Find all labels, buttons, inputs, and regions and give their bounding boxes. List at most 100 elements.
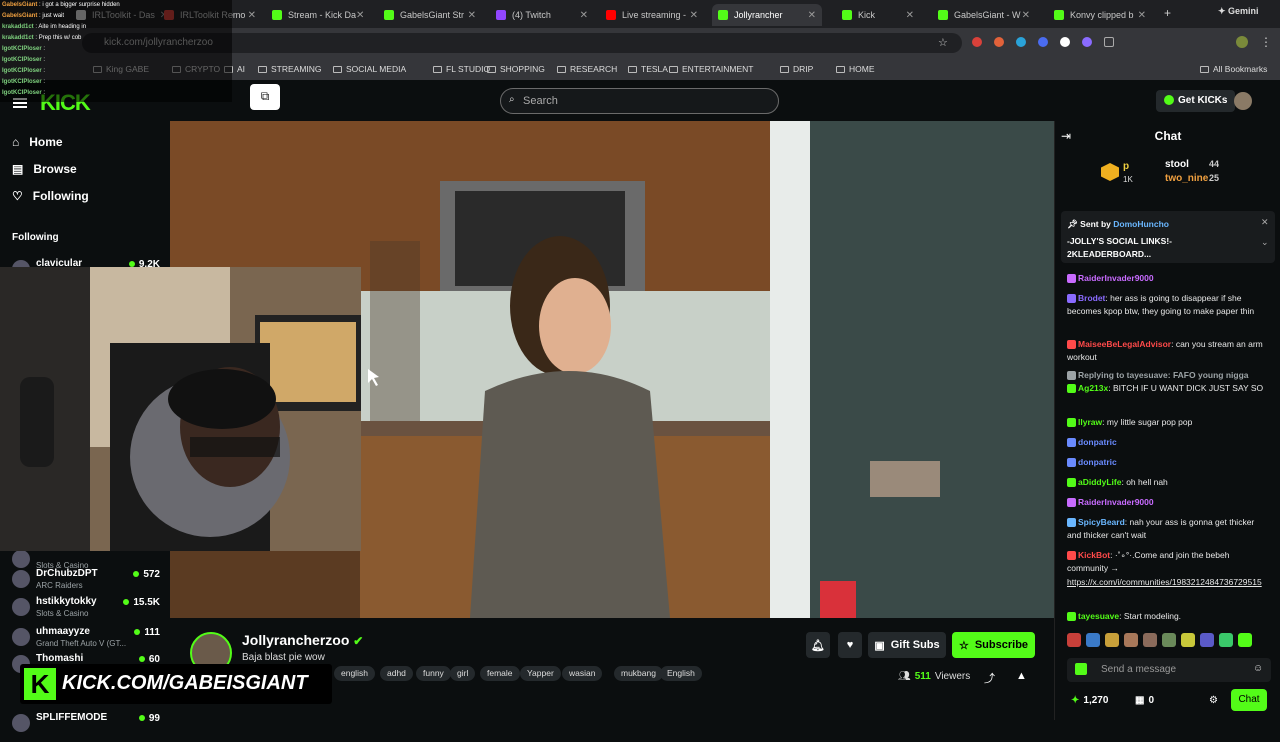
bookmark-folder[interactable]: RESEARCH: [557, 64, 617, 74]
following-channel[interactable]: uhmaayyze Grand Theft Auto V (GT... 111: [12, 626, 160, 656]
share-icon[interactable]: ⤴: [984, 670, 995, 686]
extension-icon[interactable]: [1082, 37, 1092, 47]
chat-username[interactable]: SpicyBeard: [1078, 517, 1125, 527]
extension-icon[interactable]: [972, 37, 982, 47]
extension-icon[interactable]: [994, 37, 1004, 47]
chat-message-input[interactable]: Send a message ☺: [1067, 658, 1271, 682]
user-avatar[interactable]: [1234, 92, 1252, 110]
chat-username[interactable]: KickBot: [1078, 550, 1110, 560]
browser-tab[interactable]: (4) Twitch ✕: [490, 4, 594, 26]
channel-points[interactable]: ✦ 1,270: [1071, 695, 1108, 706]
send-chat-button[interactable]: Chat: [1231, 689, 1267, 711]
bookmark-folder[interactable]: STREAMING: [258, 64, 322, 74]
emote-icon[interactable]: [1238, 633, 1252, 647]
get-kicks-button[interactable]: Get KICKs: [1156, 90, 1236, 112]
emote-icon[interactable]: [1162, 633, 1176, 647]
browser-tab[interactable]: Konvy clipped b ✕: [1048, 4, 1152, 26]
channel-name[interactable]: Jollyrancherzoo ✔: [242, 632, 363, 648]
bookmark-folder[interactable]: SHOPPING: [487, 64, 545, 74]
stream-tag[interactable]: girl: [450, 666, 476, 681]
browser-menu-icon[interactable]: ⋮: [1260, 35, 1272, 49]
chat-username[interactable]: aDiddyLife: [1078, 477, 1121, 487]
emote-icon[interactable]: [1086, 633, 1100, 647]
emote-icon[interactable]: [1143, 633, 1157, 647]
bookmark-folder[interactable]: SOCIAL MEDIA: [333, 64, 406, 74]
gemini-button[interactable]: ✦ Gemini: [1218, 6, 1259, 17]
chat-settings-icon[interactable]: ⚙: [1209, 695, 1218, 706]
emote-icon[interactable]: [1200, 633, 1214, 647]
chat-username[interactable]: Brodet: [1078, 293, 1105, 303]
emote-icon[interactable]: [1181, 633, 1195, 647]
chat-username[interactable]: llyraw: [1078, 417, 1102, 427]
stream-tag[interactable]: English: [660, 666, 702, 681]
browser-tab[interactable]: Live streaming - ✕: [600, 4, 704, 26]
chat-username[interactable]: RaiderInvader9000: [1078, 497, 1154, 507]
stream-tag[interactable]: Yapper: [520, 666, 561, 681]
browser-tab[interactable]: Stream - Kick Da ✕: [266, 4, 370, 26]
close-tab-icon[interactable]: ✕: [248, 10, 256, 21]
all-bookmarks[interactable]: All Bookmarks: [1200, 64, 1267, 74]
subscribe-button[interactable]: ☆ Subscribe: [952, 632, 1035, 658]
stream-tag[interactable]: wasian: [562, 666, 603, 681]
bookmark-folder[interactable]: FL STUDIO: [433, 64, 490, 74]
chat-username[interactable]: Replying to tayesuave: FAFO young nigga: [1078, 370, 1249, 380]
chat-username[interactable]: tayesuave: [1078, 611, 1119, 621]
browser-tab[interactable]: Jollyrancher ✕: [712, 4, 822, 26]
following-channel[interactable]: DrChubzDPT ARC Raiders 572: [12, 568, 160, 598]
emote-icon[interactable]: [1219, 633, 1233, 647]
chat-username[interactable]: Ag213x: [1078, 383, 1108, 393]
stream-tag[interactable]: english: [334, 666, 375, 681]
extension-icon[interactable]: [1060, 37, 1070, 47]
bookmark-folder[interactable]: ENTERTAINMENT: [669, 64, 753, 74]
stream-tag[interactable]: adhd: [380, 666, 413, 681]
nav-browse[interactable]: ▤ Browse: [12, 162, 77, 176]
bookmark-folder[interactable]: DRIP: [780, 64, 813, 74]
following-channel[interactable]: hstikkytokky Slots & Casino 15.5K: [12, 596, 160, 626]
extensions-puzzle-icon[interactable]: [1104, 37, 1114, 47]
bookmark-folder[interactable]: TESLA: [628, 64, 668, 74]
browser-tab[interactable]: Kick ✕: [836, 4, 920, 26]
notifications-button[interactable]: 🔔︎: [806, 632, 830, 658]
close-tab-icon[interactable]: ✕: [1138, 10, 1146, 21]
nav-following[interactable]: ♡ Following: [12, 189, 89, 203]
emote-icon[interactable]: [1067, 633, 1081, 647]
nav-home[interactable]: ⌂ Home: [12, 135, 63, 149]
following-viewer-count: 15.5K: [123, 597, 160, 608]
chat-username[interactable]: donpatric: [1078, 437, 1117, 447]
search-input[interactable]: ⌕ Search: [500, 88, 779, 114]
close-tab-icon[interactable]: ✕: [690, 10, 698, 21]
emote-icon[interactable]: [1105, 633, 1119, 647]
close-tab-icon[interactable]: ✕: [1022, 10, 1030, 21]
kicks-balance[interactable]: ▦ 0: [1135, 695, 1154, 706]
chat-username[interactable]: MaiseeBeLegalAdvisor: [1078, 339, 1171, 349]
emote-icon[interactable]: [1124, 633, 1138, 647]
close-tab-icon[interactable]: ✕: [906, 10, 914, 21]
bookmark-folder[interactable]: HOME: [836, 64, 875, 74]
close-tab-icon[interactable]: ✕: [808, 10, 816, 21]
bookmark-star-icon[interactable]: ☆: [938, 36, 948, 49]
pinned-message[interactable]: 📌︎ Sent by DomoHuncho -JOLLY'S SOCIAL LI…: [1061, 211, 1275, 263]
report-icon[interactable]: ▲: [1016, 670, 1027, 682]
profile-avatar[interactable]: [1236, 36, 1248, 48]
browser-tab[interactable]: GabelsGiant Str ✕: [378, 4, 482, 26]
extension-overlay-icon[interactable]: ⧉: [250, 84, 280, 110]
unpin-icon[interactable]: ✕: [1261, 217, 1269, 228]
extension-icon[interactable]: [1016, 37, 1026, 47]
new-tab-icon[interactable]: +: [1164, 6, 1171, 20]
close-tab-icon[interactable]: ✕: [356, 10, 364, 21]
extension-icon[interactable]: [1038, 37, 1048, 47]
chevron-down-icon[interactable]: ⌄: [1261, 237, 1269, 248]
following-channel[interactable]: SPLIFFEMODE 99: [12, 712, 160, 742]
gift-subs-button[interactable]: ▣ Gift Subs: [868, 632, 946, 658]
chat-username[interactable]: RaiderInvader9000: [1078, 273, 1154, 283]
chat-link[interactable]: https://x.com/i/communities/198321248473…: [1067, 577, 1262, 587]
browser-tab[interactable]: GabelsGiant - W ✕: [932, 4, 1036, 26]
emoji-icon[interactable]: ☺: [1253, 663, 1263, 674]
stream-tag[interactable]: female: [480, 666, 520, 681]
chat-username[interactable]: donpatric: [1078, 457, 1117, 467]
close-tab-icon[interactable]: ✕: [468, 10, 476, 21]
stream-tag[interactable]: funny: [416, 666, 451, 681]
follow-button[interactable]: ♥: [838, 632, 862, 658]
close-tab-icon[interactable]: ✕: [580, 10, 588, 21]
stream-tag[interactable]: mukbang: [614, 666, 663, 681]
